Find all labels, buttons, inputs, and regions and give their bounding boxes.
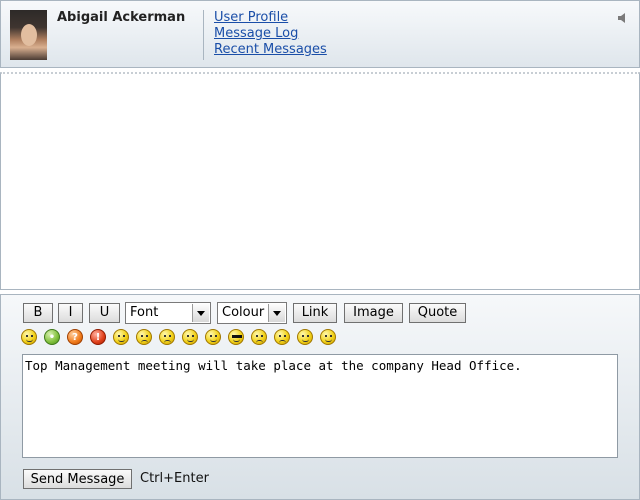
chevron-down-icon (268, 304, 285, 322)
lightbulb-icon[interactable]: • (44, 329, 60, 345)
user-name: Abigail Ackerman (57, 10, 186, 25)
kiss-icon[interactable] (205, 329, 221, 345)
grin-icon[interactable] (21, 329, 37, 345)
underline-button[interactable]: U (89, 303, 120, 323)
recent-messages-link[interactable]: Recent Messages (214, 42, 327, 58)
exclamation-icon[interactable]: ! (90, 329, 106, 345)
link-button[interactable]: Link (293, 303, 337, 323)
avatar-face (21, 24, 37, 46)
message-input[interactable]: Top Management meeting will take place a… (22, 354, 618, 458)
image-button[interactable]: Image (344, 303, 403, 323)
cool-icon[interactable] (228, 329, 244, 345)
chat-messages-area (0, 72, 640, 290)
angry-icon[interactable] (136, 329, 152, 345)
shocked-icon[interactable] (251, 329, 267, 345)
font-select-value: Font (130, 305, 159, 320)
italic-button[interactable]: I (58, 303, 83, 323)
message-log-link[interactable]: Message Log (214, 26, 327, 42)
quote-button[interactable]: Quote (409, 303, 466, 323)
font-select[interactable]: Font (125, 302, 211, 324)
user-profile-link[interactable]: User Profile (214, 10, 327, 26)
colour-select[interactable]: Colour (217, 302, 287, 324)
send-message-button[interactable]: Send Message (23, 469, 132, 489)
worried-icon[interactable] (274, 329, 290, 345)
bold-button[interactable]: B (23, 303, 53, 323)
sad-icon[interactable] (159, 329, 175, 345)
chevron-down-icon (192, 304, 209, 322)
wink-icon[interactable] (113, 329, 129, 345)
avatar (10, 10, 47, 60)
header-divider (203, 10, 204, 60)
message-composer: B I U Font Colour Link Image Quote • ? !… (0, 294, 640, 500)
shortcut-hint: Ctrl+Enter (140, 471, 209, 486)
confused-icon[interactable] (182, 329, 198, 345)
chat-header: Abigail Ackerman User Profile Message Lo… (0, 0, 640, 68)
header-links: User Profile Message Log Recent Messages (214, 10, 327, 58)
speaker-icon[interactable] (617, 13, 627, 23)
question-icon[interactable]: ? (67, 329, 83, 345)
smile-icon[interactable] (297, 329, 313, 345)
colour-select-value: Colour (222, 305, 265, 320)
neutral-icon[interactable] (320, 329, 336, 345)
